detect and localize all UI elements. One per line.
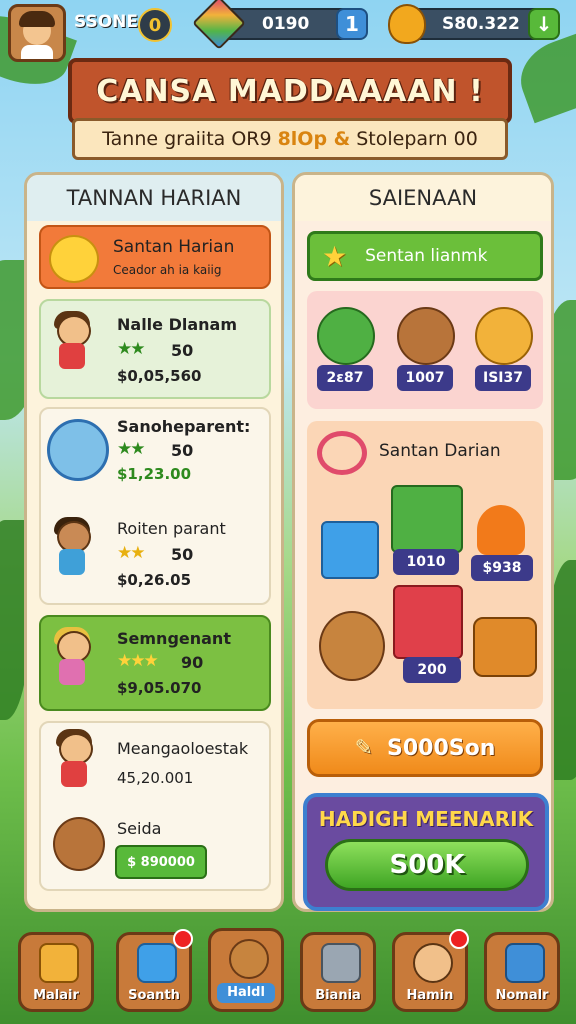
banner-title: CANSA MADDAAAAN !: [96, 73, 484, 109]
star-rating: ★★: [117, 543, 146, 563]
task-card[interactable]: Semngenant ★★★ 90 $9,05.070: [39, 615, 271, 711]
claim-button[interactable]: $ 890000: [115, 845, 207, 879]
rewards-panel: SAIENAAN ★ Sentan lianmk 2ɛ87 1007 ISI37…: [292, 172, 554, 912]
kid-avatar: [49, 627, 95, 689]
kid-avatar: [49, 517, 95, 579]
kid-avatar-framed: [47, 419, 109, 481]
top-bar: SSONE 0 0190 1 S80.322 ↓: [0, 0, 576, 62]
task-card[interactable]: Nalle Dlanam ★★ 50 $0,05,560: [39, 299, 271, 399]
notification-badge: [449, 929, 469, 949]
daily-tasks-header: TANNAN HARIAN: [27, 175, 281, 221]
star-rating: ★★: [117, 439, 146, 459]
price-tag: 1007: [397, 365, 453, 391]
smiley-icon: [49, 235, 99, 283]
level-value: 0: [148, 14, 162, 36]
star-task-button[interactable]: ★ Sentan lianmk: [307, 231, 543, 281]
gift-offer: HADIGH MEENARIK S00K: [303, 793, 549, 911]
teddy-icon: [53, 817, 105, 871]
gift-claim-button[interactable]: S00K: [325, 839, 529, 891]
nav-shop[interactable]: Malair: [18, 932, 94, 1012]
pencil-icon: ✎: [354, 735, 374, 761]
rewards-title: Santan Darian: [379, 441, 501, 461]
coin-value: S80.322: [442, 14, 520, 34]
nav-search[interactable]: Soanth: [116, 929, 193, 1012]
level-badge[interactable]: 0: [138, 8, 172, 42]
balloon-box-icon[interactable]: [321, 521, 379, 579]
nav-robot[interactable]: Nomalr: [484, 932, 560, 1012]
banner-subtitle: Tanne graiita OR9 8lOp & Stoleparn 00: [72, 118, 508, 160]
coin-bag-icon: [388, 4, 426, 44]
red-gift-icon[interactable]: [393, 585, 463, 659]
coin-download-button[interactable]: ↓: [528, 8, 560, 40]
gem-value: 0190: [262, 14, 310, 34]
kid-avatar: [51, 729, 97, 791]
collect-button[interactable]: ✎ S000Son: [307, 719, 543, 777]
star-rating: ★★★: [117, 651, 159, 671]
price-tag: 200: [403, 657, 461, 683]
rewards-header: SAIENAAN: [295, 175, 551, 221]
robot-icon: [505, 943, 545, 983]
nav-pet[interactable]: Haldl: [208, 928, 284, 1012]
task-card[interactable]: Sanoheparent: ★★ 50 $1,23.00 Roiten para…: [39, 407, 271, 605]
green-creature-icon[interactable]: [317, 307, 375, 365]
bear-icon[interactable]: [397, 307, 455, 365]
price-tag: ISI37: [475, 365, 531, 391]
daily-tasks-panel: TANNAN HARIAN Santan Harian Ceador ah ia…: [24, 172, 284, 912]
toy-cart-icon[interactable]: [473, 617, 537, 677]
active-label: Haldl: [217, 983, 275, 1003]
nav-friends[interactable]: Hamin: [392, 929, 469, 1012]
shop-icon: [39, 943, 79, 983]
reward-shelf: Santan Darian 1010 $938 200: [307, 421, 543, 709]
phone-icon: [137, 943, 177, 983]
price-tag: 1010: [393, 549, 459, 575]
pet-icon: [229, 939, 269, 979]
notification-badge: [173, 929, 193, 949]
gem-add-button[interactable]: 1: [336, 8, 368, 40]
friend-icon: [413, 943, 453, 983]
teddy-bear-icon[interactable]: [319, 611, 385, 681]
player-avatar[interactable]: [8, 4, 66, 62]
player-name: SSONE: [74, 12, 139, 32]
fire-icon[interactable]: [477, 505, 525, 555]
featured-task-card[interactable]: Santan Harian Ceador ah ia kaiig: [39, 225, 271, 289]
character-shelf: 2ɛ87 1007 ISI37: [307, 291, 543, 409]
star-rating: ★★: [117, 339, 146, 359]
green-gift-icon[interactable]: [391, 485, 463, 553]
task-card[interactable]: Meangaoloestak 45,20.001 Seida $ 890000: [39, 721, 271, 891]
price-tag: 2ɛ87: [317, 365, 373, 391]
nav-tools[interactable]: Biania: [300, 932, 376, 1012]
tools-icon: [321, 943, 361, 983]
pup-icon[interactable]: [475, 307, 533, 365]
ribbon-icon: [317, 431, 367, 475]
price-tag: $938: [471, 555, 533, 581]
star-icon: ★: [322, 239, 348, 273]
title-banner: CANSA MADDAAAAN !: [68, 58, 512, 124]
kid-avatar: [49, 311, 95, 373]
